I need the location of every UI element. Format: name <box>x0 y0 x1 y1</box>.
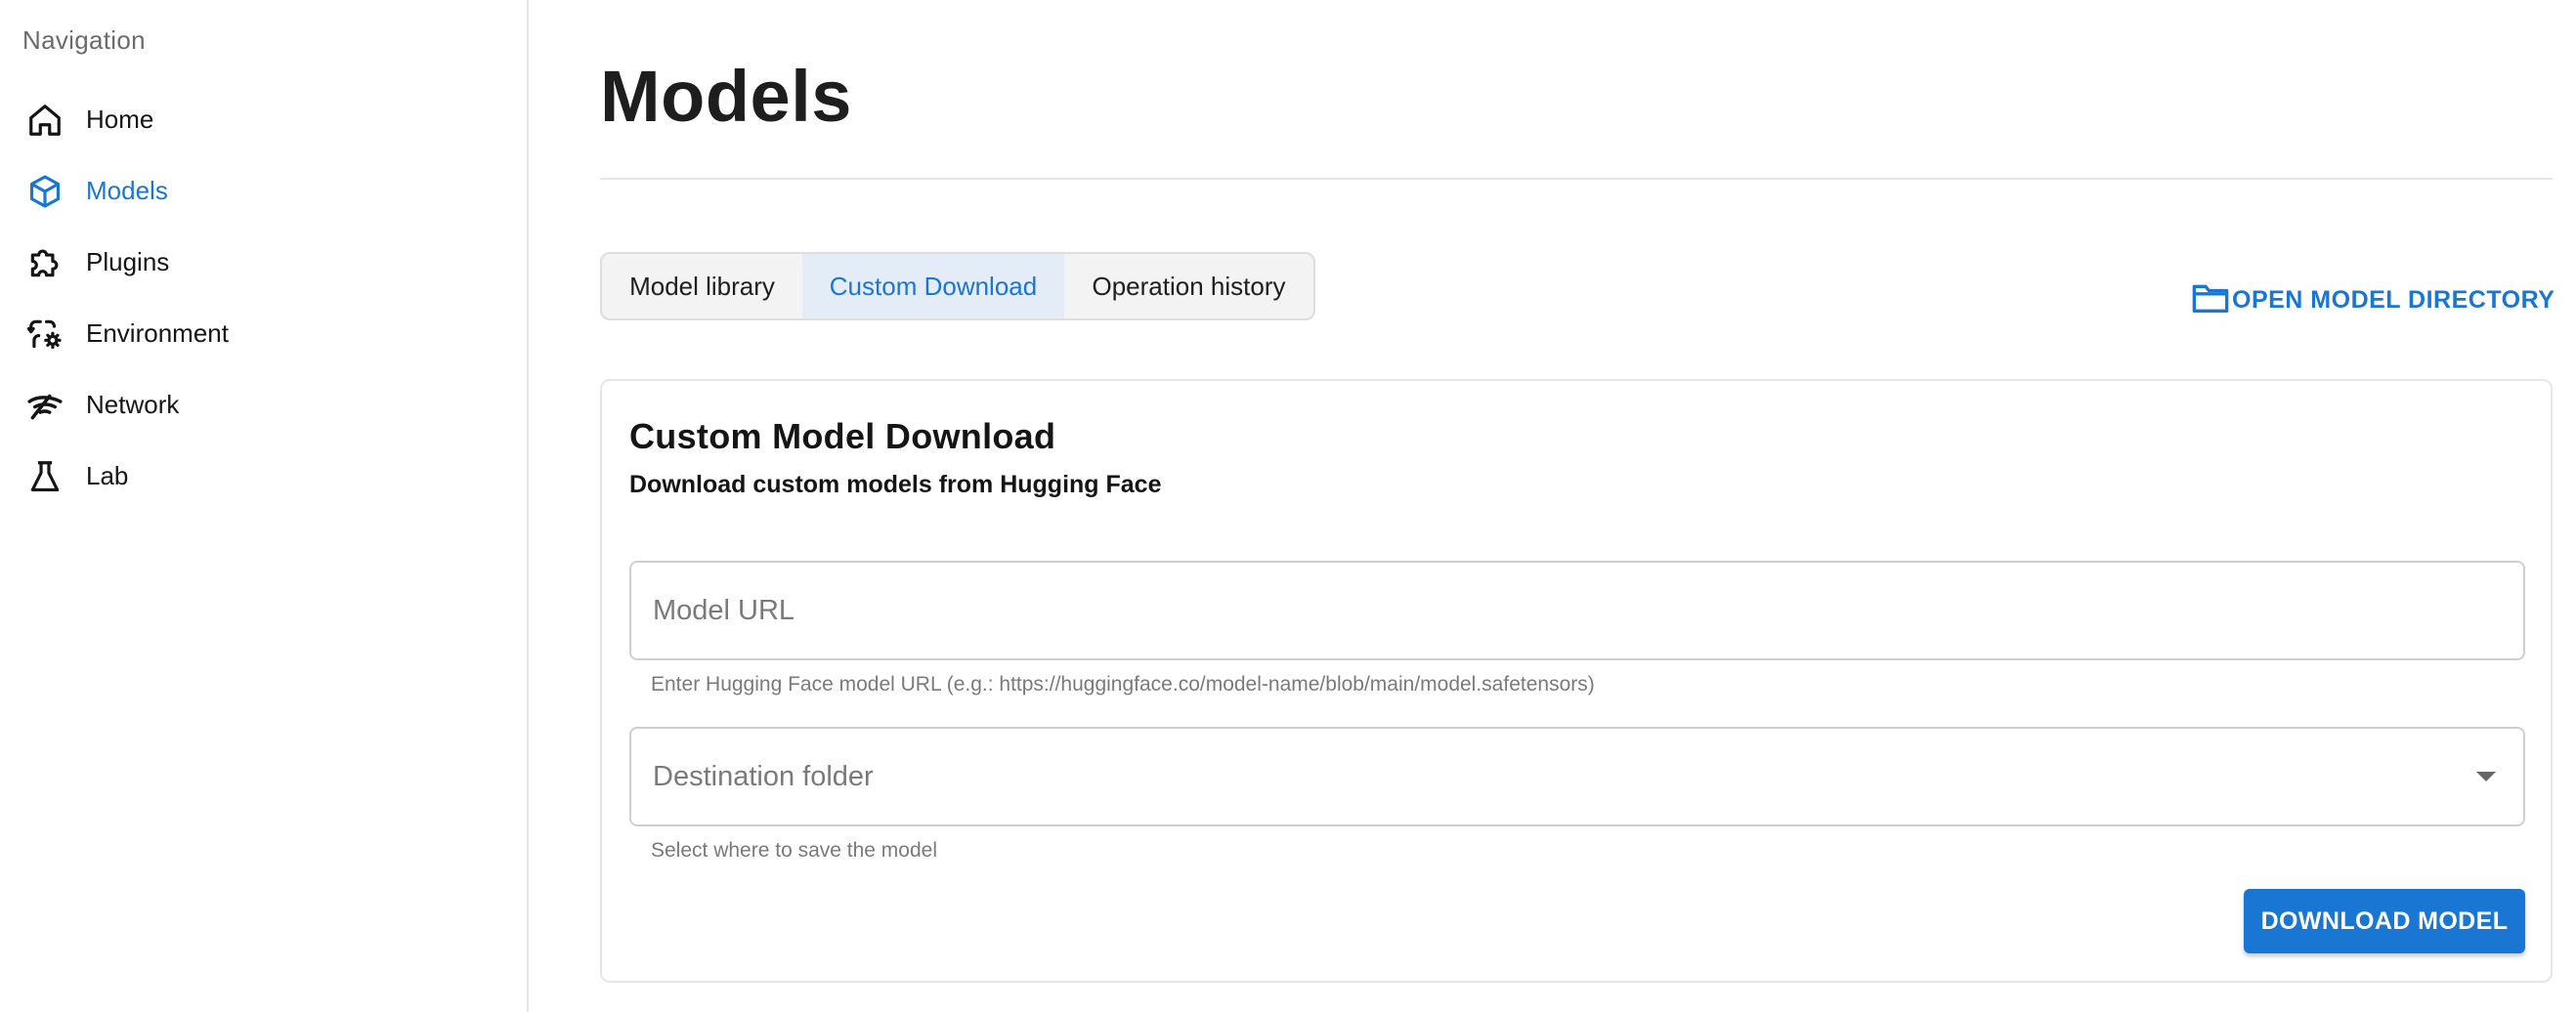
sidebar-item-plugins[interactable]: Plugins <box>0 227 527 298</box>
open-model-directory-button[interactable]: OPEN MODEL DIRECTORY <box>2191 280 2555 319</box>
nav-heading: Navigation <box>22 25 146 55</box>
sidebar-item-label: Plugins <box>86 247 170 276</box>
model-url-input[interactable] <box>631 563 2523 658</box>
sidebar-item-lab[interactable]: Lab <box>0 441 527 512</box>
main-content: Models Model library Custom Download Ope… <box>529 0 2576 1012</box>
page-title: Models <box>600 56 852 137</box>
card-title: Custom Model Download <box>629 416 1056 456</box>
destination-folder-helper-text: Select where to save the model <box>651 839 937 862</box>
sidebar-item-environment[interactable]: Environment <box>0 298 527 369</box>
title-divider <box>600 178 2553 180</box>
environment-icon <box>25 315 64 354</box>
tab-bar: Model library Custom Download Operation … <box>600 252 1315 320</box>
tab-custom-download[interactable]: Custom Download <box>802 254 1064 318</box>
flask-icon <box>25 457 64 496</box>
home-icon <box>25 101 64 140</box>
model-url-field[interactable] <box>629 561 2525 660</box>
sidebar-item-home[interactable]: Home <box>0 84 527 155</box>
app-window: Navigation Home Models Plugins Environme… <box>0 0 2576 1012</box>
sidebar: Navigation Home Models Plugins Environme… <box>0 0 529 1012</box>
sidebar-item-label: Home <box>86 105 154 134</box>
cube-icon <box>25 172 64 211</box>
sidebar-item-label: Environment <box>86 318 229 348</box>
destination-folder-select[interactable]: Destination folder <box>629 727 2525 826</box>
custom-download-card: Custom Model Download Download custom mo… <box>600 379 2553 983</box>
sidebar-item-label: Lab <box>86 461 129 490</box>
model-url-helper-text: Enter Hugging Face model URL (e.g.: http… <box>651 673 1595 696</box>
card-subtitle: Download custom models from Hugging Face <box>629 471 1162 498</box>
dropdown-arrow-icon <box>2476 772 2496 781</box>
destination-folder-placeholder: Destination folder <box>653 761 874 792</box>
download-model-button[interactable]: DOWNLOAD MODEL <box>2244 889 2525 953</box>
sidebar-item-label: Network <box>86 390 180 419</box>
tab-operation-history[interactable]: Operation history <box>1064 254 1313 318</box>
sidebar-item-models[interactable]: Models <box>0 155 527 227</box>
network-icon <box>25 386 64 425</box>
puzzle-icon <box>25 243 64 282</box>
tab-model-library[interactable]: Model library <box>602 254 802 318</box>
sidebar-item-label: Models <box>86 176 168 205</box>
sidebar-item-network[interactable]: Network <box>0 369 527 441</box>
folder-icon <box>2191 281 2230 319</box>
open-model-directory-label: OPEN MODEL DIRECTORY <box>2232 285 2555 314</box>
nav-list: Home Models Plugins Environment Network … <box>0 84 527 512</box>
